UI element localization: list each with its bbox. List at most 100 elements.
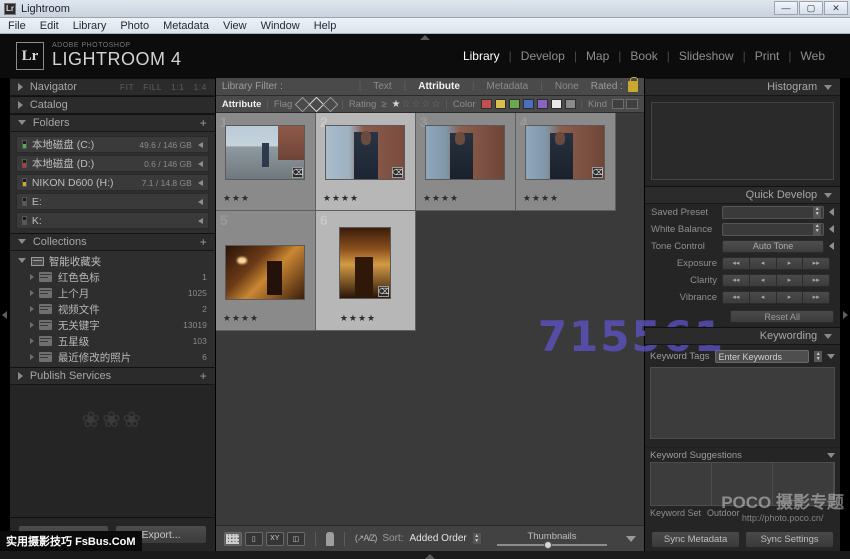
folder-row[interactable]: K:	[16, 212, 209, 229]
clarity-increase-large[interactable]: ▸▸	[803, 275, 829, 286]
cell-rating-stars[interactable]: ★★★	[223, 193, 250, 204]
zoom-1-4[interactable]: 1:4	[193, 82, 206, 92]
chevron-right-icon[interactable]	[198, 142, 203, 148]
module-map[interactable]: Map	[577, 49, 618, 63]
minimize-button[interactable]: —	[774, 1, 798, 15]
module-library[interactable]: Library	[454, 49, 509, 63]
star-1-icon[interactable]: ★	[392, 99, 401, 110]
white-balance-select[interactable]: ▲▼	[722, 223, 824, 236]
chevron-right-icon[interactable]	[198, 180, 203, 186]
thumbnail-size-slider[interactable]: Thumbnails	[492, 531, 612, 546]
chevron-right-icon[interactable]	[198, 161, 203, 167]
menu-metadata[interactable]: Metadata	[163, 20, 209, 32]
sort-value[interactable]: Added Order	[409, 533, 466, 544]
suggestion-slot[interactable]	[773, 463, 834, 505]
menu-window[interactable]: Window	[261, 20, 300, 32]
panel-header-catalog[interactable]: Catalog	[10, 96, 215, 114]
star-2-icon[interactable]: ☆	[401, 99, 410, 110]
add-collection-icon[interactable]: +	[200, 236, 207, 248]
painter-icon[interactable]	[326, 532, 334, 546]
folder-row[interactable]: NIKON D600 (H:) 7.1 / 14.8 GB	[16, 174, 209, 191]
keyword-entry-area[interactable]	[650, 367, 835, 439]
cell-rating-stars[interactable]: ★★★★	[423, 193, 459, 204]
folder-row[interactable]: 本地磁盘 (D:) 0.6 / 146 GB	[16, 155, 209, 172]
suggestion-slot[interactable]	[712, 463, 773, 505]
spinner-icon[interactable]: ▲▼	[814, 351, 822, 362]
photo-thumbnail[interactable]	[225, 245, 305, 300]
rating-operator[interactable]: ≥	[381, 99, 386, 110]
module-web[interactable]: Web	[792, 49, 834, 63]
chevron-down-icon[interactable]	[827, 354, 835, 359]
sort-az-icon[interactable]: (↗A/Z)	[355, 533, 377, 544]
edited-badge-icon[interactable]: ⌫	[292, 167, 303, 178]
grid-cell[interactable]: 3 ★★★★	[416, 113, 516, 211]
clarity-increase[interactable]: ▸	[777, 275, 804, 286]
edited-badge-icon[interactable]: ⌫	[378, 286, 389, 297]
panel-header-keywording[interactable]: Keywording	[645, 327, 840, 345]
photo-thumbnail[interactable]: ⌫	[225, 125, 305, 180]
saved-preset-select[interactable]: ▲▼	[722, 206, 824, 219]
sync-metadata-button[interactable]: Sync Metadata	[651, 531, 740, 548]
cell-rating-stars[interactable]: ★★★★	[340, 313, 376, 324]
folder-row[interactable]: 本地磁盘 (C:) 49.6 / 146 GB	[16, 136, 209, 153]
slider-track[interactable]	[497, 544, 607, 546]
kind-video-icon[interactable]	[626, 99, 638, 109]
collection-item[interactable]: 上个月 1025	[10, 285, 215, 301]
menu-photo[interactable]: Photo	[120, 20, 149, 32]
vibrance-stepper[interactable]: ◂◂ ◂ ▸ ▸▸	[722, 291, 830, 304]
module-develop[interactable]: Develop	[512, 49, 574, 63]
chevron-right-icon[interactable]	[829, 242, 834, 250]
color-swatch-green[interactable]	[509, 99, 520, 109]
menu-edit[interactable]: Edit	[40, 20, 59, 32]
panel-header-histogram[interactable]: Histogram	[645, 78, 840, 96]
chevron-right-icon[interactable]	[829, 208, 834, 216]
edited-badge-icon[interactable]: ⌫	[592, 167, 603, 178]
filter-tab-text[interactable]: Text	[367, 81, 397, 92]
keyword-suggestions-header[interactable]: Keyword Suggestions	[645, 447, 840, 462]
add-publish-service-icon[interactable]: +	[200, 370, 207, 382]
menu-library[interactable]: Library	[73, 20, 107, 32]
lock-icon[interactable]	[628, 81, 638, 92]
auto-tone-button[interactable]: Auto Tone	[722, 240, 824, 253]
filter-tab-none[interactable]: None	[549, 81, 585, 92]
chevron-right-icon[interactable]	[829, 225, 834, 233]
left-panel-collapse-handle[interactable]	[0, 78, 10, 551]
chevron-down-icon[interactable]	[827, 453, 835, 458]
menu-view[interactable]: View	[223, 20, 247, 32]
kind-photo-icon[interactable]	[612, 99, 624, 109]
grid-cell[interactable]: 4 ⌫ ★★★★	[516, 113, 616, 211]
photo-thumbnail[interactable]	[425, 125, 505, 180]
color-swatch-white[interactable]	[551, 99, 562, 109]
exposure-increase-large[interactable]: ▸▸	[803, 258, 829, 269]
right-panel-collapse-handle[interactable]	[840, 78, 850, 551]
vibrance-increase[interactable]: ▸	[777, 292, 804, 303]
collection-item[interactable]: 五星级 103	[10, 333, 215, 349]
grid-cell[interactable]: 6 ⌫ ★★★★	[316, 211, 416, 331]
grid-view-icon[interactable]	[224, 532, 242, 546]
cell-rating-stars[interactable]: ★★★★	[323, 193, 359, 204]
star-5-icon[interactable]: ☆	[431, 99, 440, 110]
clarity-stepper[interactable]: ◂◂ ◂ ▸ ▸▸	[722, 274, 830, 287]
loupe-view-icon[interactable]: ▯	[245, 532, 263, 546]
grid-cell[interactable]: 5 ★★★★	[216, 211, 316, 331]
module-slideshow[interactable]: Slideshow	[670, 49, 743, 63]
survey-view-icon[interactable]: ◫	[287, 532, 305, 546]
keyword-tags-input[interactable]: Enter Keywords	[715, 350, 810, 363]
exposure-increase[interactable]: ▸	[777, 258, 804, 269]
filter-tab-attribute[interactable]: Attribute	[412, 81, 466, 92]
edited-badge-icon[interactable]: ⌫	[392, 167, 403, 178]
zoom-fill[interactable]: FILL	[143, 82, 162, 92]
thumbnail-grid[interactable]: 1 ⌫ ★★★ 2 ⌫ ★★★★ 3	[216, 113, 644, 525]
cell-rating-stars[interactable]: ★★★★	[223, 313, 259, 324]
sync-settings-button[interactable]: Sync Settings	[745, 531, 834, 548]
star-4-icon[interactable]: ☆	[421, 99, 430, 110]
clarity-decrease-large[interactable]: ◂◂	[723, 275, 750, 286]
color-swatch-yellow[interactable]	[495, 99, 506, 109]
histogram-display[interactable]	[651, 102, 834, 180]
sort-spinner-icon[interactable]: ▲▼	[473, 533, 481, 544]
compare-view-icon[interactable]: XY	[266, 532, 284, 546]
vibrance-increase-large[interactable]: ▸▸	[803, 292, 829, 303]
add-folder-icon[interactable]: +	[200, 117, 207, 129]
panel-header-quick-develop[interactable]: Quick Develop	[645, 186, 840, 204]
collection-item[interactable]: 红色色标 1	[10, 269, 215, 285]
